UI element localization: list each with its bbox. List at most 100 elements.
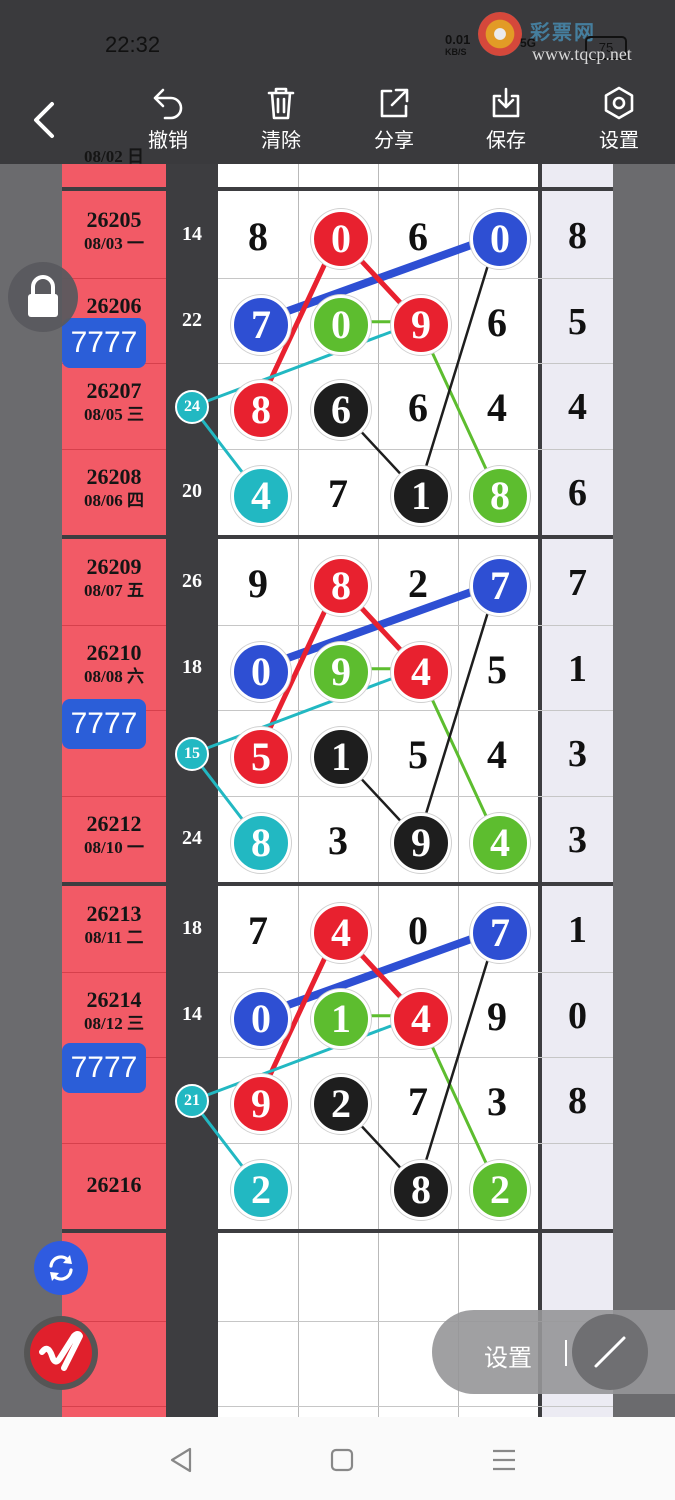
group-divider [62,535,613,539]
number-ball[interactable]: 0 [311,294,371,355]
grid-number[interactable]: 3 [457,1078,537,1125]
last-column-number: 0 [568,995,587,1037]
share-button[interactable]: 分享 [359,86,429,153]
draw-tool-button[interactable] [572,1314,648,1390]
status-time: 22:32 [105,32,161,57]
number-ball[interactable]: 9 [231,1073,291,1134]
period-number: 26209 [86,554,142,579]
sum-value: 18 [182,917,202,939]
last-column-number: 3 [568,733,587,775]
grid-number[interactable]: 4 [457,384,537,431]
last-column-number: 1 [568,909,587,951]
clear-button[interactable]: 清除 [246,86,316,153]
nav-home-icon[interactable] [328,1446,356,1474]
grid-number[interactable]: 9 [218,560,298,607]
period-cell: 26210 08/08 六 [62,640,166,688]
number-ball[interactable]: 8 [231,379,291,440]
grid-number[interactable]: 5 [378,731,458,778]
number-ball[interactable]: 9 [391,812,451,873]
number-ball[interactable]: 0 [311,208,371,269]
number-ball[interactable]: 4 [231,465,291,526]
number-ball[interactable]: 8 [391,1159,451,1220]
grid-number[interactable]: 8 [218,213,298,260]
number-ball[interactable]: 2 [231,1159,291,1220]
undo-button[interactable]: 撤销 [133,86,203,153]
floating-settings-label[interactable]: 设置 [484,1338,532,1373]
grid-number[interactable]: 7 [298,470,378,517]
number-ball[interactable]: 2 [311,1073,371,1134]
refresh-icon [49,1255,73,1281]
period-number: 26208 [86,464,142,489]
row-divider [218,625,613,626]
number-ball[interactable]: 7 [231,294,291,355]
number-ball[interactable]: 9 [391,294,451,355]
sum-badge[interactable]: 21 [175,1083,209,1118]
group-divider [62,1229,613,1233]
number-ball[interactable]: 4 [391,641,451,702]
save-button[interactable]: 保存 [471,86,541,153]
number-ball[interactable]: 5 [231,726,291,787]
tag-label[interactable]: 7777 [62,1043,146,1093]
number-ball[interactable]: 8 [231,812,291,873]
share-icon [380,88,409,118]
group-divider [62,882,613,886]
grid-number[interactable]: 6 [378,384,458,431]
tag-label[interactable]: 7777 [62,699,146,749]
grid-number[interactable]: 0 [378,907,458,954]
number-ball[interactable]: 4 [391,988,451,1049]
group-divider [62,187,613,191]
nav-menu-icon[interactable] [490,1446,518,1474]
grid-number[interactable]: 5 [457,646,537,693]
number-ball[interactable]: 8 [470,465,530,526]
last-column-number: 1 [568,648,587,690]
sum-badge[interactable]: 24 [175,389,209,424]
grid-number[interactable]: 7 [378,1078,458,1125]
right-margin [613,164,675,1417]
number-ball[interactable]: 0 [231,988,291,1049]
period-number: 26210 [86,640,142,665]
lock-icon [28,275,58,317]
number-ball[interactable]: 1 [311,988,371,1049]
grid-number[interactable]: 6 [457,299,537,346]
number-ball[interactable]: 4 [311,902,371,963]
grid-number[interactable]: 4 [457,731,537,778]
row-divider [218,278,613,279]
back-button[interactable] [28,100,60,145]
sum-value: 20 [182,480,202,502]
period-date: 08/10 一 [84,838,144,857]
number-ball[interactable]: 0 [231,641,291,702]
system-nav-bar [0,1417,675,1500]
brand-v-icon[interactable] [30,1322,92,1384]
number-ball[interactable]: 2 [470,1159,530,1220]
chevron-left-icon [34,102,54,138]
settings-button[interactable]: 设置 [584,86,654,153]
grid-number[interactable]: 9 [457,993,537,1040]
period-cell: 26216 [62,1172,166,1198]
number-ball[interactable]: 1 [311,726,371,787]
number-ball[interactable]: 0 [470,208,530,269]
grid-number[interactable]: 2 [378,560,458,607]
period-date: 08/12 三 [84,1014,144,1033]
number-ball[interactable]: 1 [391,465,451,526]
period-divider [62,449,166,450]
number-ball[interactable]: 6 [311,379,371,440]
grid-number[interactable]: 3 [298,817,378,864]
nav-back-icon[interactable] [168,1446,196,1474]
number-ball[interactable]: 9 [311,641,371,702]
number-ball[interactable]: 7 [470,902,530,963]
period-cell: 26205 08/03 一 [62,207,166,255]
number-ball[interactable]: 4 [470,812,530,873]
number-ball[interactable]: 8 [311,555,371,616]
number-ball[interactable]: 7 [470,555,530,616]
row-divider [218,796,613,797]
last-column-number: 5 [568,301,587,343]
refresh-button[interactable] [34,1241,88,1295]
grid-number[interactable]: 7 [218,907,298,954]
grid-number[interactable]: 6 [378,213,458,260]
sum-badge[interactable]: 15 [175,736,209,771]
trash-icon [267,87,295,120]
period-date: 08/03 一 [84,234,144,253]
sum-value: 14 [182,223,202,245]
sum-value: 14 [182,1003,202,1025]
lock-button[interactable] [8,262,78,332]
